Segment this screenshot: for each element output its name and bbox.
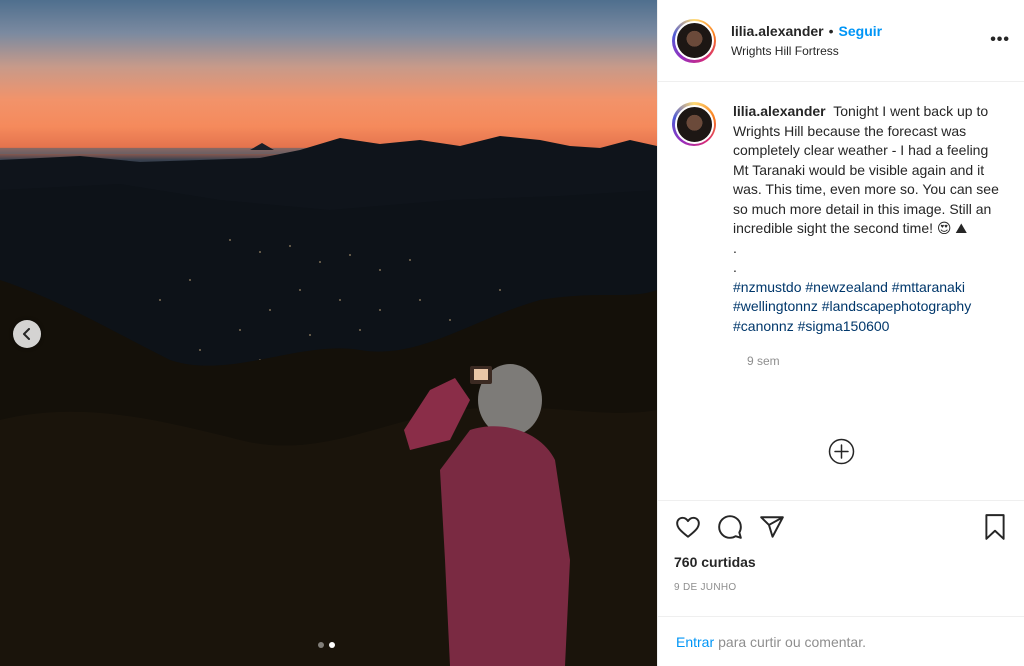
caption-time[interactable]: 9 sem [747, 354, 1008, 368]
avatar[interactable] [674, 21, 714, 60]
comments-section: lilia.alexander Tonight I went back up t… [658, 82, 1024, 500]
login-link[interactable]: Entrar [676, 634, 714, 650]
caption-username[interactable]: lilia.alexander [733, 103, 826, 119]
post-date[interactable]: 9 DE JUNHO [674, 582, 1008, 593]
likes-count[interactable]: 760 curtidas [674, 554, 1008, 570]
load-more-comments-button[interactable] [828, 438, 855, 465]
hashtag-link[interactable]: #sigma150600 [798, 318, 890, 334]
more-options-button[interactable]: ••• [990, 30, 1010, 50]
post-actions: 760 curtidas 9 DE JUNHO [658, 500, 1024, 616]
carousel-dot [318, 642, 324, 648]
story-ring[interactable] [672, 18, 716, 63]
carousel-prev-button[interactable] [13, 320, 41, 348]
caption-dot: . [733, 259, 737, 275]
author-username[interactable]: lilia.alexander [731, 23, 824, 39]
heart-icon [676, 516, 700, 538]
hashtag-link[interactable]: #landscapephotography [822, 298, 971, 314]
separator-dot: • [828, 23, 834, 39]
story-ring[interactable] [672, 102, 716, 146]
hashtag-list: #nzmustdo #newzealand #mttaranaki #welli… [733, 278, 999, 337]
hashtag-link[interactable]: #wellingtonnz [733, 298, 818, 314]
login-prompt: Entrar para curtir ou comentar. [658, 616, 1024, 666]
paper-plane-icon [760, 516, 784, 538]
plus-circle-icon [828, 438, 855, 465]
save-button[interactable] [982, 513, 1010, 541]
chevron-left-icon [23, 328, 30, 340]
hashtag-link[interactable]: #newzealand [805, 279, 888, 295]
comment-button[interactable] [716, 513, 744, 541]
hashtag-link[interactable]: #mttaranaki [892, 279, 965, 295]
bookmark-icon [985, 514, 1005, 540]
share-button[interactable] [758, 513, 786, 541]
carousel-dot-active [329, 642, 335, 648]
caption-text: Tonight I went back up to Wrights Hill b… [733, 103, 999, 236]
post-caption: lilia.alexander Tonight I went back up t… [733, 102, 999, 336]
like-button[interactable] [674, 513, 702, 541]
sunset-landscape-image [0, 136, 657, 666]
post-photo[interactable] [0, 0, 657, 666]
hashtag-link[interactable]: #canonnz [733, 318, 794, 334]
comment-bubble-icon [718, 515, 742, 539]
follow-button[interactable]: Seguir [839, 23, 883, 39]
hashtag-link[interactable]: #nzmustdo [733, 279, 801, 295]
login-prompt-text: para curtir ou comentar. [718, 633, 866, 650]
post-header: lilia.alexander • Seguir Wrights Hill Fo… [658, 0, 1024, 82]
post-details-panel: lilia.alexander • Seguir Wrights Hill Fo… [657, 0, 1024, 666]
caption-dot: . [733, 239, 737, 256]
carousel-indicator [318, 642, 335, 648]
location-link[interactable]: Wrights Hill Fortress [731, 44, 882, 58]
avatar[interactable] [674, 104, 714, 144]
